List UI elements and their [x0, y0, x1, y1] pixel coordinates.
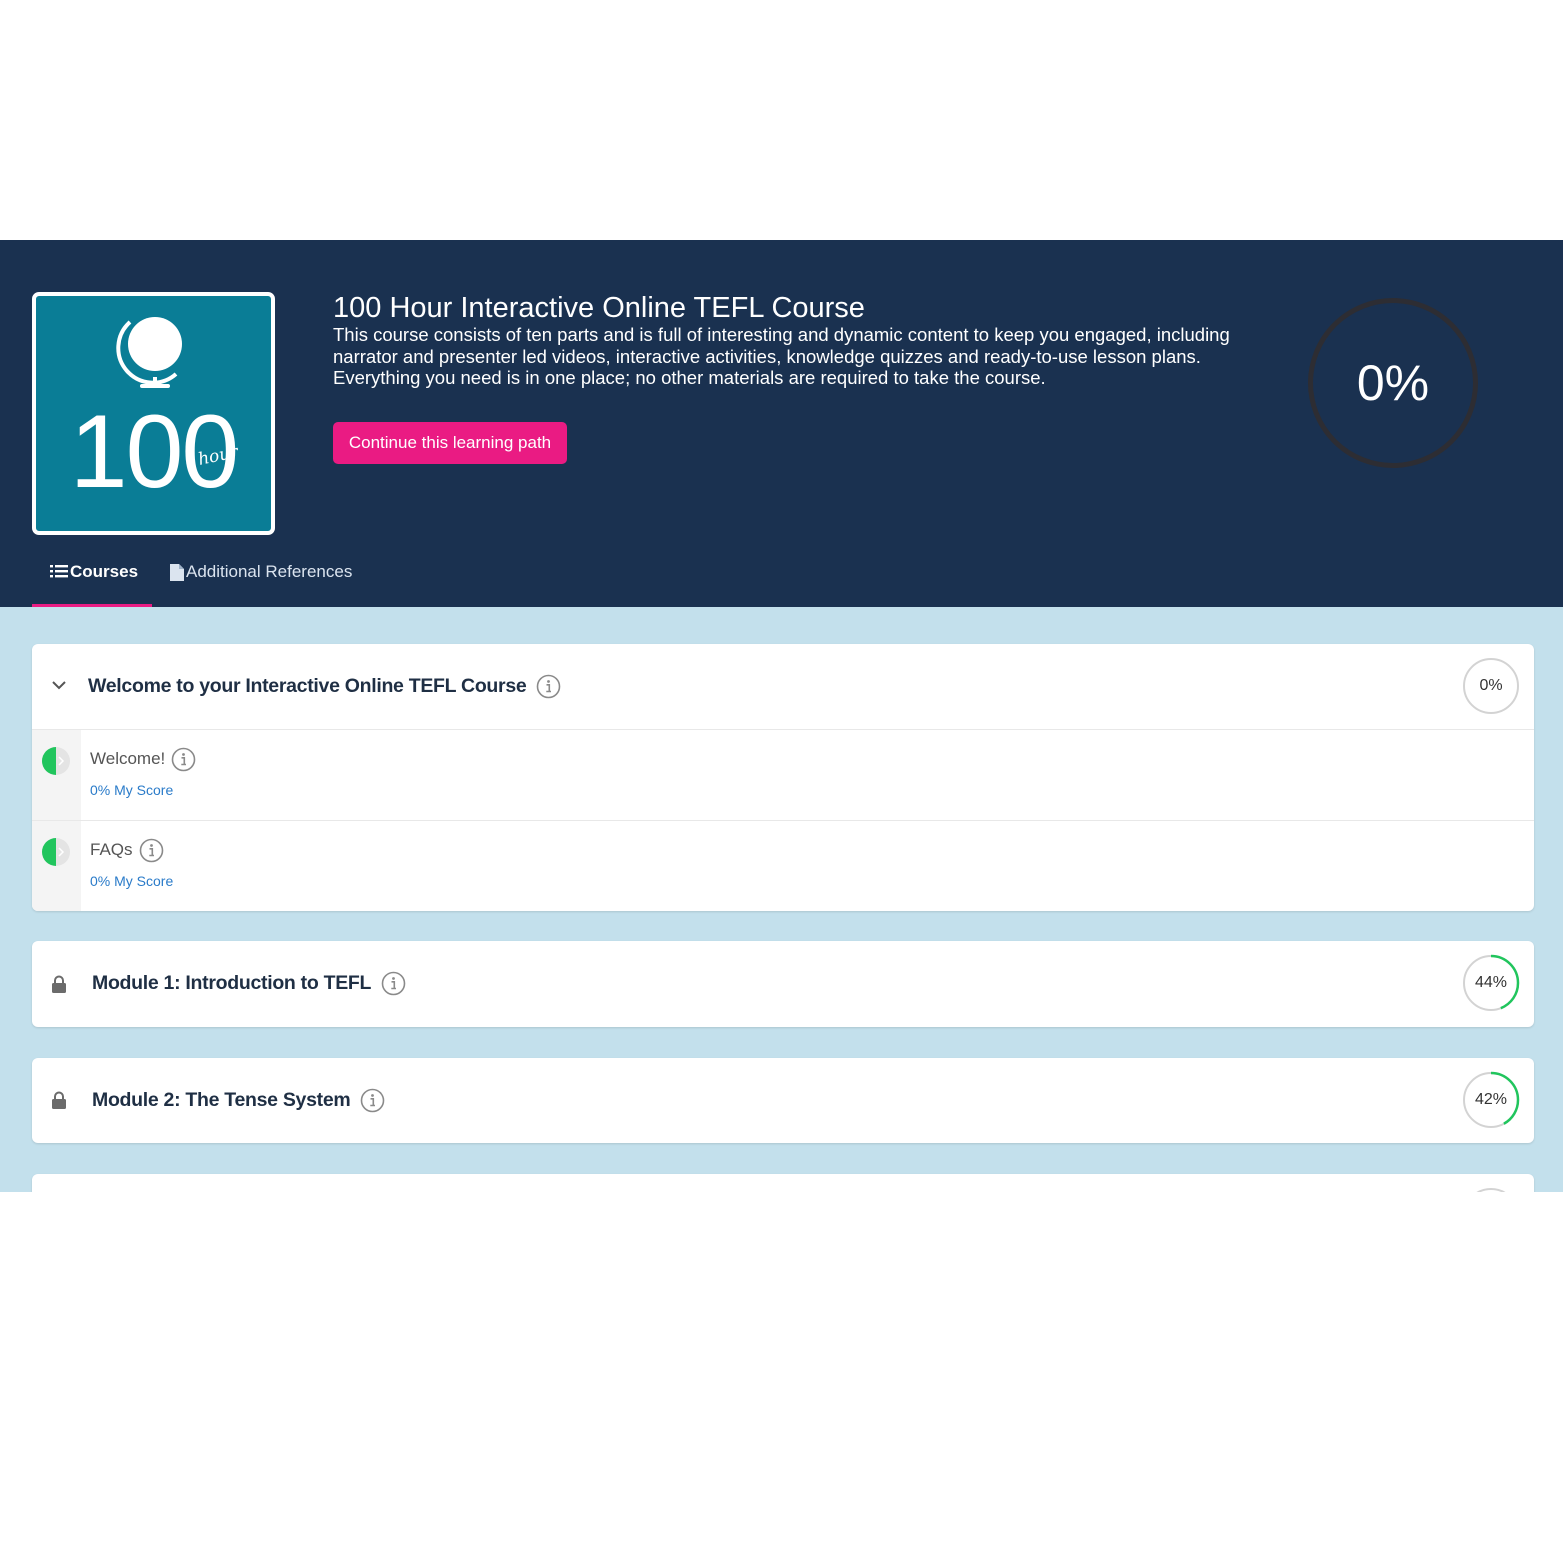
course-progress-value: 42%	[1474, 1091, 1508, 1108]
course-card-header[interactable]: Module 1: Introduction to TEFL 44%	[32, 941, 1534, 1026]
lesson-name-row: Welcome!	[90, 746, 196, 772]
tab-courses-label: Courses	[70, 562, 139, 581]
course-card-header[interactable]: Welcome to your Interactive Online TEFL …	[32, 644, 1534, 729]
info-icon[interactable]	[381, 971, 406, 996]
course-card-module-2[interactable]: Module 2: The Tense System 42%	[32, 1058, 1534, 1143]
lesson-status-icon	[42, 747, 70, 775]
chevron-down-icon[interactable]	[50, 676, 68, 694]
lesson-gutter	[32, 821, 81, 911]
course-title[interactable]: Module 2: The Tense System	[92, 1089, 351, 1112]
lesson-status-icon	[42, 838, 70, 866]
lesson-row[interactable]: FAQs 0% My Score	[32, 820, 1534, 911]
course-progress-ring: 0%	[1462, 657, 1520, 715]
lesson-name[interactable]: FAQs	[90, 840, 133, 860]
course-title-row: Welcome to your Interactive Online TEFL …	[88, 644, 561, 729]
course-progress-ring: 42%	[1462, 1071, 1520, 1129]
course-card-header[interactable]: Module 2: The Tense System 42%	[32, 1058, 1534, 1143]
lesson-gutter	[32, 730, 81, 820]
info-icon[interactable]	[171, 747, 196, 772]
tab-courses[interactable]: Courses	[32, 558, 152, 607]
tab-additional-references[interactable]: Additional References	[170, 558, 400, 607]
learning-path-screen: 100 hour 100 Hour Interactive Online TEF…	[0, 240, 1563, 1192]
info-icon[interactable]	[139, 838, 164, 863]
list-icon	[50, 565, 68, 578]
globe-icon	[116, 317, 182, 388]
course-description: This course consists of ten parts and is…	[333, 324, 1230, 388]
course-progress-value: 44%	[1474, 974, 1508, 991]
course-title[interactable]: Module 1: Introduction to TEFL	[92, 972, 371, 995]
lesson-row[interactable]: Welcome! 0% My Score	[32, 729, 1534, 820]
lesson-name-row: FAQs	[90, 837, 164, 863]
course-card-welcome: Welcome to your Interactive Online TEFL …	[32, 644, 1534, 911]
lesson-name[interactable]: Welcome!	[90, 749, 165, 769]
course-progress-value: 0%	[1479, 677, 1503, 694]
lesson-score: 0% My Score	[90, 873, 174, 889]
course-card-module-1[interactable]: Module 1: Introduction to TEFL 44%	[32, 941, 1534, 1027]
overall-progress-value: 0%	[1356, 355, 1430, 411]
info-icon[interactable]	[536, 674, 561, 699]
file-icon	[170, 564, 184, 581]
lock-icon	[52, 975, 66, 993]
course-title-row: Module 2: The Tense System	[92, 1058, 385, 1143]
course-logo: 100 hour	[32, 292, 275, 535]
course-progress-ring: 44%	[1462, 954, 1520, 1012]
learning-path-header: 100 hour 100 Hour Interactive Online TEF…	[0, 240, 1563, 607]
continue-learning-path-button[interactable]: Continue this learning path	[333, 422, 567, 464]
course-progress-ring	[1462, 1187, 1520, 1192]
course-title-row: Module 1: Introduction to TEFL	[92, 941, 406, 1026]
page-title: 100 Hour Interactive Online TEFL Course	[333, 292, 865, 324]
course-card-next-module[interactable]	[32, 1174, 1534, 1192]
course-title[interactable]: Welcome to your Interactive Online TEFL …	[88, 675, 527, 698]
info-icon[interactable]	[360, 1088, 385, 1113]
tab-additional-references-label: Additional References	[186, 562, 353, 581]
lock-icon	[52, 1091, 66, 1109]
progress-ring-graphic	[1476, 1188, 1506, 1192]
lesson-score: 0% My Score	[90, 782, 174, 798]
overall-progress-ring: 0%	[1308, 298, 1478, 468]
